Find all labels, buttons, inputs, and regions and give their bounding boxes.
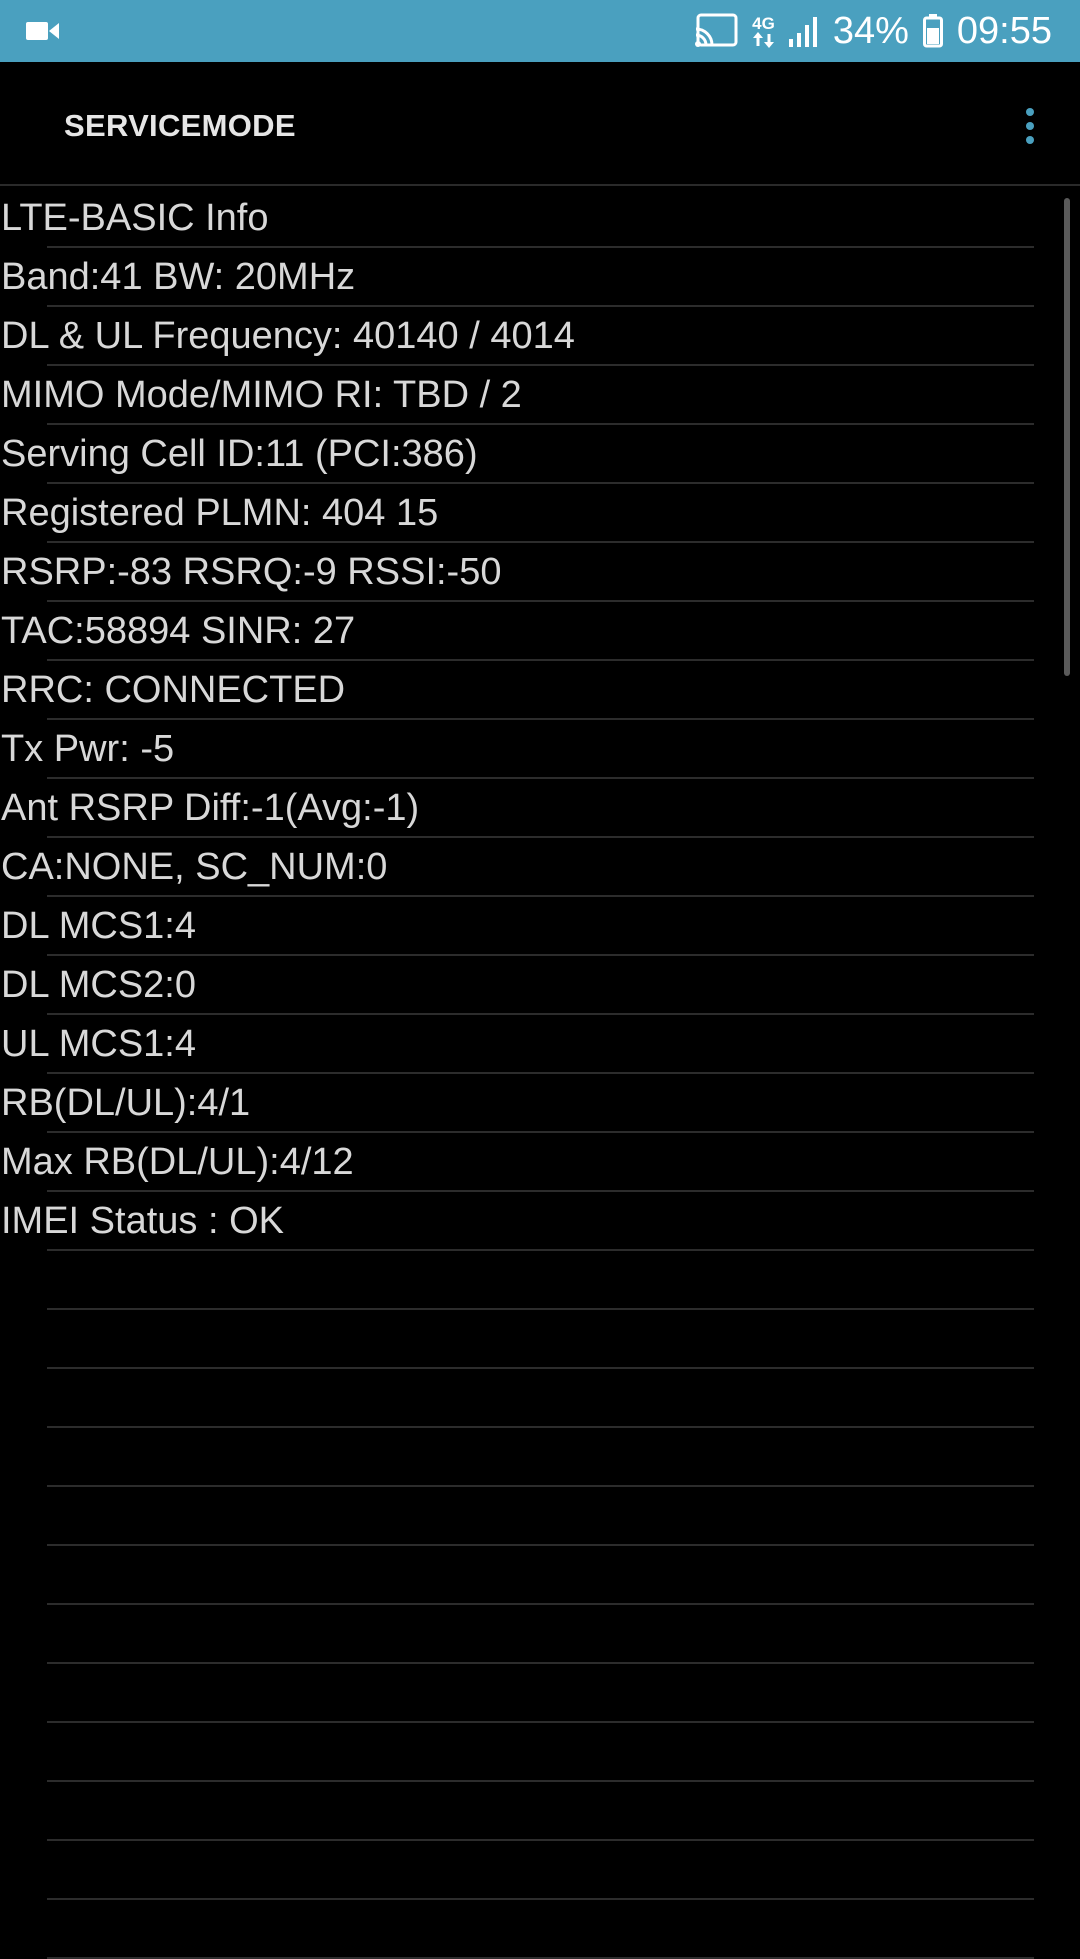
data-arrows-icon bbox=[752, 31, 774, 48]
list-item[interactable]: RRC: CONNECTED bbox=[0, 661, 1080, 720]
list-item[interactable]: Tx Pwr: -5 bbox=[0, 720, 1080, 779]
list-item-text: CA:NONE, SC_NUM:0 bbox=[1, 846, 388, 888]
list-item[interactable]: Ant RSRP Diff:-1(Avg:-1) bbox=[0, 779, 1080, 838]
list-item[interactable]: Serving Cell ID:11 (PCI:386) bbox=[0, 425, 1080, 484]
list-item-text: RB(DL/UL):4/1 bbox=[1, 1082, 251, 1124]
info-list[interactable]: LTE-BASIC Info Band:41 BW: 20MHz DL & UL F… bbox=[0, 189, 1080, 1959]
list-item[interactable]: LTE-BASIC Info bbox=[0, 189, 1080, 248]
network-type-label: 4G bbox=[752, 13, 775, 33]
list-item[interactable]: DL & UL Frequency: 40140 / 4014 bbox=[0, 307, 1080, 366]
list-item-text: Registered PLMN: 404 15 bbox=[1, 492, 439, 534]
list-item[interactable] bbox=[0, 1428, 1080, 1487]
signal-icon bbox=[788, 15, 819, 47]
list-item-text: IMEI Status : OK bbox=[1, 1200, 284, 1242]
list-item[interactable] bbox=[0, 1251, 1080, 1310]
status-bar: 4G 34% 09:55 bbox=[0, 0, 1080, 62]
clock: 09:55 bbox=[956, 9, 1052, 52]
list-item-text: Tx Pwr: -5 bbox=[1, 728, 175, 770]
list-item[interactable]: DL MCS1:4 bbox=[0, 897, 1080, 956]
list-item[interactable]: Registered PLMN: 404 15 bbox=[0, 484, 1080, 543]
app-bar: SERVICEMODE bbox=[0, 62, 1080, 186]
list-item-text: DL MCS2:0 bbox=[1, 964, 196, 1006]
list-item-text: DL MCS1:4 bbox=[1, 905, 196, 947]
cast-icon bbox=[694, 13, 738, 49]
list-item[interactable]: IMEI Status : OK bbox=[0, 1192, 1080, 1251]
list-item[interactable] bbox=[0, 1900, 1080, 1959]
list-item-text: RRC: CONNECTED bbox=[1, 669, 346, 711]
list-item-text: Band:41 BW: 20MHz bbox=[1, 256, 356, 298]
list-item[interactable]: CA:NONE, SC_NUM:0 bbox=[0, 838, 1080, 897]
list-item-text: LTE-BASIC Info bbox=[1, 197, 269, 239]
list-item-text: MIMO Mode/MIMO RI: TBD / 2 bbox=[1, 374, 522, 416]
more-dot bbox=[1026, 136, 1034, 144]
scrollbar[interactable] bbox=[1064, 198, 1070, 676]
list-item-text: RSRP:-83 RSRQ:-9 RSSI:-50 bbox=[1, 551, 502, 593]
list-item[interactable]: RB(DL/UL):4/1 bbox=[0, 1074, 1080, 1133]
network-type: 4G bbox=[752, 15, 775, 48]
list-item[interactable] bbox=[0, 1369, 1080, 1428]
page-title: SERVICEMODE bbox=[64, 108, 296, 143]
battery-percent: 34% bbox=[832, 9, 909, 52]
list-item-text: TAC:58894 SINR: 27 bbox=[1, 610, 356, 652]
more-dot bbox=[1026, 108, 1034, 116]
list-item[interactable] bbox=[0, 1605, 1080, 1664]
list-item[interactable]: RSRP:-83 RSRQ:-9 RSSI:-50 bbox=[0, 543, 1080, 602]
battery-icon bbox=[922, 14, 943, 48]
list-item[interactable] bbox=[0, 1723, 1080, 1782]
list-item[interactable] bbox=[0, 1487, 1080, 1546]
list-item[interactable]: DL MCS2:0 bbox=[0, 956, 1080, 1015]
list-item[interactable]: Max RB(DL/UL):4/12 bbox=[0, 1133, 1080, 1192]
video-call-icon bbox=[26, 19, 60, 48]
list-item[interactable] bbox=[0, 1546, 1080, 1605]
list-item-text: DL & UL Frequency: 40140 / 4014 bbox=[1, 315, 575, 357]
list-item[interactable]: MIMO Mode/MIMO RI: TBD / 2 bbox=[0, 366, 1080, 425]
list-item[interactable] bbox=[0, 1310, 1080, 1369]
list-item[interactable]: UL MCS1:4 bbox=[0, 1015, 1080, 1074]
list-item[interactable]: TAC:58894 SINR: 27 bbox=[0, 602, 1080, 661]
list-item-text: Max RB(DL/UL):4/12 bbox=[1, 1141, 354, 1183]
list-item-text: Serving Cell ID:11 (PCI:386) bbox=[1, 433, 478, 475]
list-item[interactable] bbox=[0, 1664, 1080, 1723]
list-item[interactable] bbox=[0, 1841, 1080, 1900]
list-item-text: Ant RSRP Diff:-1(Avg:-1) bbox=[1, 787, 420, 829]
more-dot bbox=[1026, 122, 1034, 130]
list-item[interactable] bbox=[0, 1782, 1080, 1841]
list-item-text: UL MCS1:4 bbox=[1, 1023, 196, 1065]
more-vert-icon[interactable] bbox=[1010, 98, 1050, 154]
list-item[interactable]: Band:41 BW: 20MHz bbox=[0, 248, 1080, 307]
